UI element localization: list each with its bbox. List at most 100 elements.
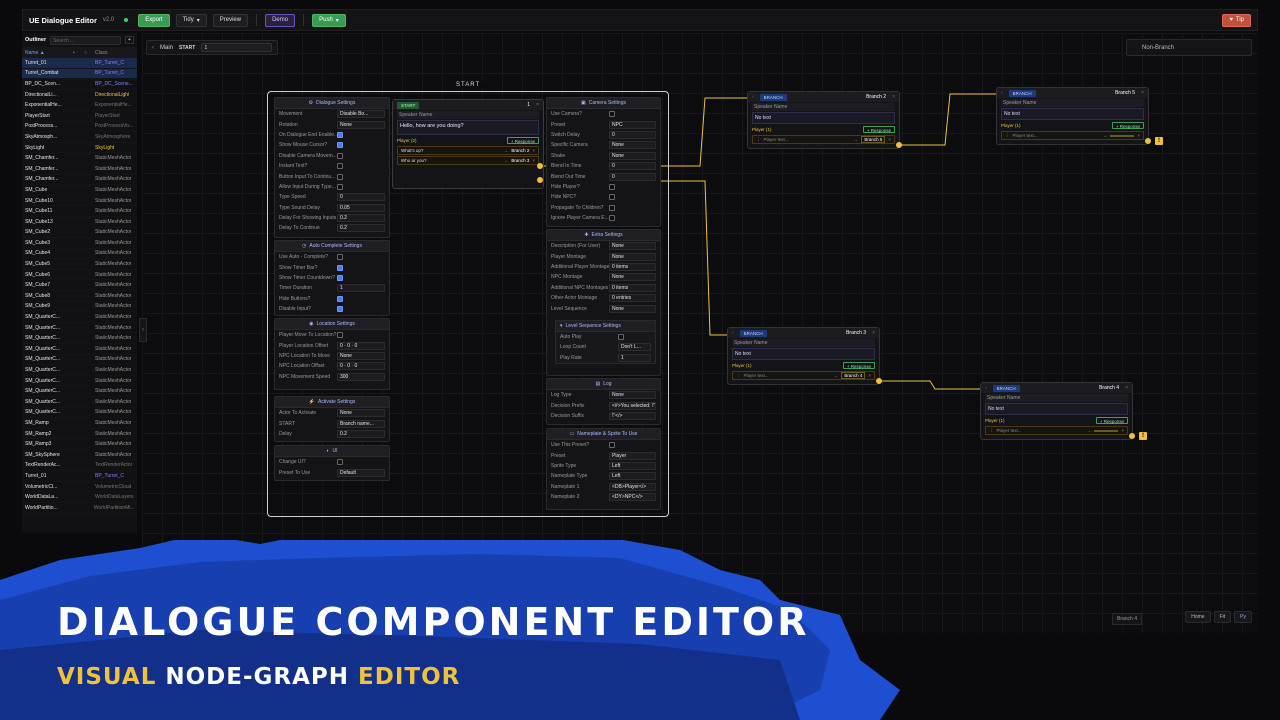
setting-checkbox[interactable]: [337, 306, 343, 313]
setting-value[interactable]: None: [609, 304, 656, 313]
setting-checkbox[interactable]: [337, 131, 343, 138]
drag-handle-icon[interactable]: ⋮: [756, 137, 761, 143]
setting-value[interactable]: 0 · 0 · 0: [337, 341, 385, 350]
setting-value[interactable]: \"</>: [609, 411, 656, 420]
dialogue-text-field[interactable]: No text: [1001, 108, 1144, 120]
response-text[interactable]: Player text...: [744, 373, 831, 378]
response-target[interactable]: Branch 5: [861, 136, 886, 143]
outliner-row[interactable]: SM_SkySphere StaticMeshActor: [22, 450, 137, 461]
export-button[interactable]: Export: [138, 13, 170, 27]
dialogue-text-field[interactable]: Hello, how are you doing?: [397, 120, 539, 135]
outliner-row[interactable]: DirectionalLi... DirectionalLight: [22, 90, 137, 101]
tidy-button[interactable]: Tidy ▾: [175, 13, 207, 27]
setting-value[interactable]: 0.2: [337, 429, 385, 438]
response-text[interactable]: Who ar you?: [401, 158, 501, 163]
setting-checkbox[interactable]: [609, 194, 615, 201]
collapse-handle[interactable]: ‹: [139, 318, 147, 342]
response-text[interactable]: Player text...: [764, 137, 851, 142]
close-icon[interactable]: ×: [532, 148, 535, 153]
response-target[interactable]: [1110, 134, 1135, 137]
dialogue-text-field[interactable]: No text: [752, 112, 895, 124]
outliner-row[interactable]: SkyLight SkyLight: [22, 143, 137, 154]
outliner-row[interactable]: SM_QuarterC... StaticMeshActor: [22, 323, 137, 334]
output-pin[interactable]: [537, 177, 543, 183]
outliner-row[interactable]: SM_Cube7 StaticMeshActor: [22, 280, 137, 292]
outliner-row[interactable]: BP_DC_Scen... BP_DC_Scene...: [22, 79, 137, 90]
outliner-row[interactable]: SM_Chamfer... StaticMeshActor: [22, 164, 137, 175]
setting-value[interactable]: None: [609, 273, 656, 282]
response-text[interactable]: Player text...: [997, 428, 1084, 433]
setting-value[interactable]: <#>You selected: \": [609, 401, 656, 410]
outliner-row[interactable]: SM_QuarterC... StaticMeshActor: [22, 397, 137, 408]
setting-value[interactable]: Default: [337, 468, 385, 477]
close-icon[interactable]: ×: [892, 94, 895, 100]
outliner-row[interactable]: SkyAtmosph... SkyAtmosphere: [22, 132, 137, 143]
setting-checkbox[interactable]: [337, 264, 343, 271]
setting-value[interactable]: 0 · 0 · 0: [337, 362, 385, 371]
setting-checkbox[interactable]: [618, 333, 624, 340]
close-icon[interactable]: ×: [872, 330, 875, 336]
setting-checkbox[interactable]: [337, 254, 343, 261]
outliner-row[interactable]: SM_Chamfer... StaticMeshActor: [22, 175, 137, 186]
setting-value[interactable]: None: [337, 120, 385, 129]
auto-complete-header[interactable]: ◷ Auto Complete Settings: [275, 241, 389, 252]
setting-checkbox[interactable]: [337, 183, 343, 190]
speaker-name-field[interactable]: Speaker Name: [1001, 99, 1144, 107]
outliner-row[interactable]: SM_Cube5 StaticMeshActor: [22, 259, 137, 270]
add-response-button[interactable]: + Response: [1095, 417, 1128, 424]
add-response-button[interactable]: + Response: [1111, 122, 1144, 129]
setting-checkbox[interactable]: [337, 152, 343, 159]
dialogue-settings-header[interactable]: ⚙ Dialogue Settings: [275, 98, 389, 109]
dialogue-text-field[interactable]: No text: [985, 403, 1128, 415]
outliner-row[interactable]: SM_Cube2 StaticMeshActor: [22, 228, 137, 239]
outliner-row[interactable]: SM_QuarterC... StaticMeshActor: [22, 355, 137, 366]
setting-value[interactable]: Disable Bo...: [337, 110, 385, 119]
response-target[interactable]: [1094, 429, 1119, 432]
outliner-row[interactable]: SM_QuarterC... StaticMeshActor: [22, 344, 137, 355]
collapse-icon[interactable]: ‹: [732, 330, 734, 336]
outliner-row[interactable]: SM_Cube8 StaticMeshActor: [22, 291, 137, 302]
setting-checkbox[interactable]: [609, 442, 615, 449]
response-text[interactable]: Player text...: [1013, 133, 1100, 138]
setting-value[interactable]: 0: [609, 162, 656, 171]
outliner-row[interactable]: SM_QuarterC... StaticMeshActor: [22, 408, 137, 419]
setting-value[interactable]: None: [609, 141, 656, 150]
dialogue-text-field[interactable]: No text: [732, 348, 875, 360]
setting-value[interactable]: 0 items: [609, 262, 656, 271]
response-target[interactable]: Branch 4: [841, 372, 866, 379]
non-branch-panel[interactable]: Non-Branch: [1126, 39, 1252, 56]
preview-button[interactable]: Preview: [212, 13, 249, 27]
setting-value[interactable]: None: [337, 351, 385, 360]
speaker-name-field[interactable]: Speaker Name: [752, 103, 895, 111]
setting-checkbox[interactable]: [337, 163, 343, 170]
setting-value[interactable]: Branch name...: [337, 419, 385, 428]
outliner-row[interactable]: SM_Cube4 StaticMeshActor: [22, 249, 137, 260]
outliner-row[interactable]: SM_Cube9 StaticMeshActor: [22, 302, 137, 313]
output-pin[interactable]: [1129, 433, 1135, 439]
setting-value[interactable]: 1: [337, 284, 385, 293]
response-target[interactable]: Branch 2: [511, 148, 529, 153]
outliner-row[interactable]: Turret_01 BP_Turret_C: [22, 471, 137, 482]
close-icon[interactable]: ×: [1141, 90, 1144, 96]
back-icon[interactable]: ‹: [152, 45, 154, 51]
setting-checkbox[interactable]: [337, 459, 343, 466]
setting-value[interactable]: 300: [337, 372, 385, 381]
outliner-row[interactable]: SM_QuarterC... StaticMeshActor: [22, 365, 137, 376]
add-response-button[interactable]: + Response: [506, 137, 539, 144]
speaker-name-field[interactable]: Speaker Name: [732, 339, 875, 347]
response-row[interactable]: ⋮ Player text... → ×: [985, 426, 1128, 435]
setting-checkbox[interactable]: [609, 183, 615, 190]
outliner-row[interactable]: VolumetricCl... VolumetricCloud: [22, 482, 137, 493]
setting-value[interactable]: 0.2: [337, 224, 385, 233]
add-icon[interactable]: +: [124, 36, 134, 44]
response-row[interactable]: ⋮ Player text... → Branch 4 ×: [732, 371, 875, 380]
speaker-name-field[interactable]: Speaker Name: [397, 111, 539, 119]
setting-value[interactable]: 0.05: [337, 203, 385, 212]
setting-checkbox[interactable]: [337, 332, 343, 339]
response-row[interactable]: Who ar you? → Branch 3 ×: [397, 156, 539, 165]
output-pin[interactable]: [896, 142, 902, 148]
start-node[interactable]: START 1 × Speaker Name Hello, how are yo…: [392, 99, 544, 189]
setting-value[interactable]: None: [609, 242, 656, 251]
drag-handle-icon[interactable]: ⋮: [1005, 133, 1010, 139]
close-icon[interactable]: ×: [536, 102, 539, 108]
